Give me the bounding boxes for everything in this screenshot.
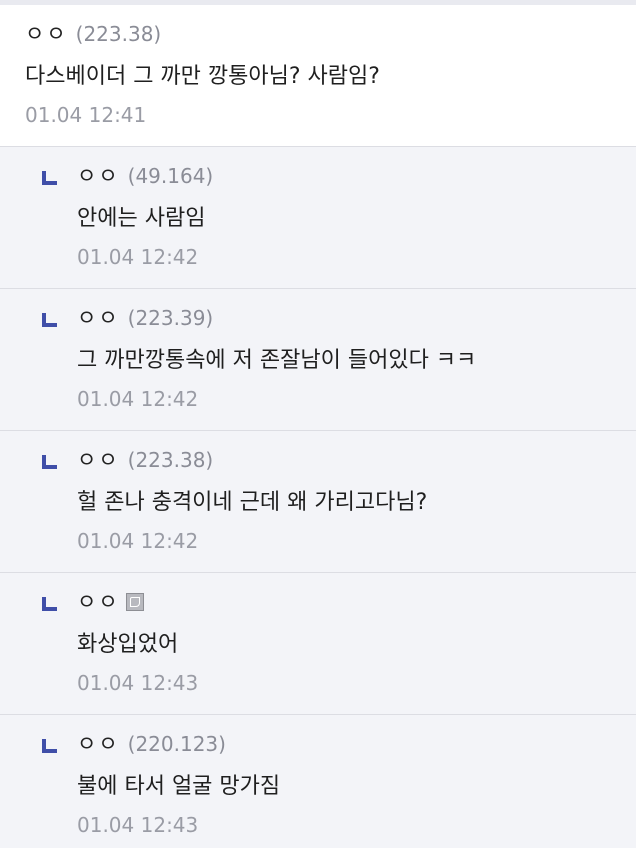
comment-nickname[interactable]: ㅇㅇ: [77, 589, 120, 615]
comment-date: 01.04 12:43: [77, 813, 199, 837]
comment-nickname[interactable]: ㅇㅇ: [25, 21, 68, 47]
comment-ip: (220.123): [127, 732, 226, 756]
comment-text: 다스베이더 그 까만 깡통아님? 사람임?: [25, 64, 380, 89]
comment-date: 01.04 12:42: [77, 245, 199, 269]
comment-meta: ㅇㅇ (220.123): [77, 731, 636, 757]
comment-text: 화상입었어: [77, 632, 179, 657]
comment-ip: (223.39): [127, 306, 214, 330]
comment-nickname[interactable]: ㅇㅇ: [77, 163, 120, 189]
comment-meta: ㅇㅇ (223.38): [77, 447, 636, 473]
comment-item: ㅇㅇ (223.38) 다스베이더 그 까만 깡통아님? 사람임? 01.04 …: [0, 5, 636, 147]
comment-meta: ㅇㅇ (223.39): [77, 305, 636, 331]
reply-item: ㅇㅇ (223.38) 헐 존나 충격이네 근데 왜 가리고다님? 01.04 …: [0, 431, 636, 573]
reply-arrow-icon: [42, 455, 57, 469]
comment-nickname[interactable]: ㅇㅇ: [77, 305, 120, 331]
comment-text: 헐 존나 충격이네 근데 왜 가리고다님?: [77, 490, 428, 515]
comment-date: 01.04 12:42: [77, 529, 199, 553]
comment-meta: ㅇㅇ (223.38): [25, 21, 636, 47]
reply-arrow-icon: [42, 597, 57, 611]
fixed-nick-icon: [125, 593, 144, 611]
reply-item: ㅇㅇ (223.39) 그 까만깡통속에 저 존잘남이 들어있다 ㅋㅋ 01.0…: [0, 289, 636, 431]
comment-ip: (49.164): [127, 164, 214, 188]
comment-date: 01.04 12:42: [77, 387, 199, 411]
comment-meta: ㅇㅇ: [77, 589, 636, 615]
reply-arrow-icon: [42, 313, 57, 327]
reply-item: ㅇㅇ (220.123) 불에 타서 얼굴 망가짐 01.04 12:43: [0, 715, 636, 848]
comment-date: 01.04 12:41: [25, 103, 147, 127]
comment-text: 안에는 사람임: [77, 206, 206, 231]
reply-item: ㅇㅇ 화상입었어 01.04 12:43: [0, 573, 636, 715]
comment-text: 그 까만깡통속에 저 존잘남이 들어있다 ㅋㅋ: [77, 348, 477, 373]
comment-ip: (223.38): [75, 22, 162, 46]
reply-arrow-icon: [42, 171, 57, 185]
comment-meta: ㅇㅇ (49.164): [77, 163, 636, 189]
reply-arrow-icon: [42, 739, 57, 753]
comment-nickname[interactable]: ㅇㅇ: [77, 731, 120, 757]
comment-nickname[interactable]: ㅇㅇ: [77, 447, 120, 473]
reply-item: ㅇㅇ (49.164) 안에는 사람임 01.04 12:42: [0, 147, 636, 289]
comment-text: 불에 타서 얼굴 망가짐: [77, 774, 281, 799]
comment-ip: (223.38): [127, 448, 214, 472]
comment-date: 01.04 12:43: [77, 671, 199, 695]
